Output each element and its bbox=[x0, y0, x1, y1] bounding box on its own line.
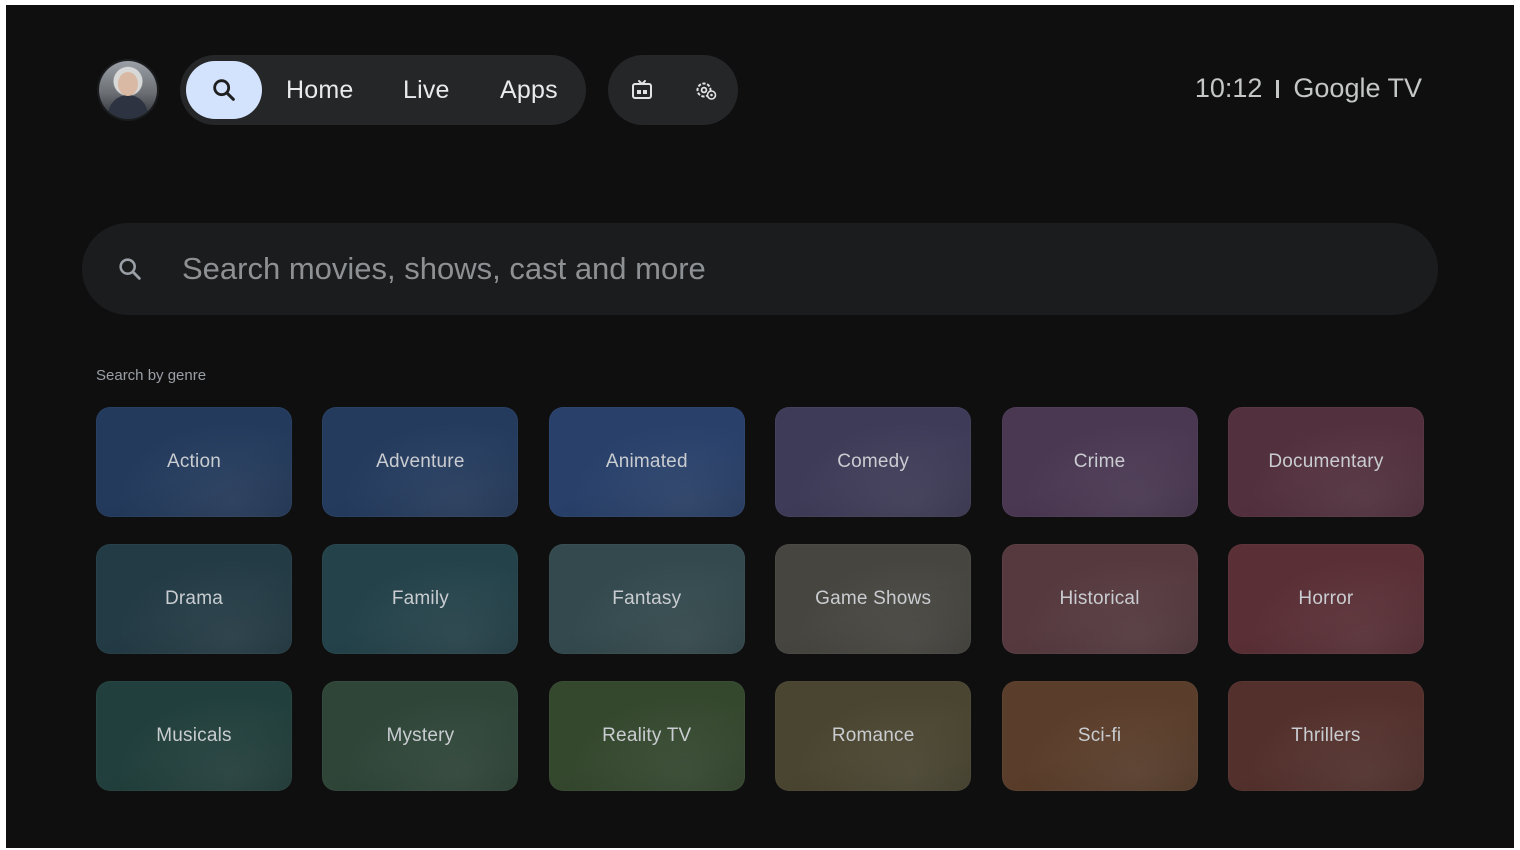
genre-grid: Action Adventure Animated Comedy Crime Docume… bbox=[96, 407, 1424, 791]
genre-tile-fantasy[interactable]: Fantasy bbox=[548, 544, 745, 654]
time-label: 10:12 bbox=[1194, 73, 1263, 103]
main-nav: Home Live Apps bbox=[180, 55, 586, 125]
genre-tile-historical[interactable]: Historical bbox=[1001, 544, 1198, 654]
genre-tile-documentary[interactable]: Documentary bbox=[1227, 407, 1424, 517]
genre-tile-game-shows[interactable]: Game Shows bbox=[775, 544, 972, 654]
utility-nav bbox=[608, 55, 738, 125]
genre-tile-action[interactable]: Action bbox=[96, 407, 292, 517]
genre-tile-drama[interactable]: Drama bbox=[96, 544, 292, 654]
separator bbox=[1276, 80, 1280, 99]
genre-tile-comedy[interactable]: Comedy bbox=[775, 407, 972, 517]
nav-search-button[interactable] bbox=[186, 61, 262, 119]
profile-avatar[interactable] bbox=[99, 61, 157, 119]
tv-screen: Home Live Apps 10:12 Google TV Search mov… bbox=[6, 5, 1514, 848]
genre-tile-family[interactable]: Family bbox=[322, 544, 519, 654]
nav-item-home[interactable]: Home bbox=[286, 55, 354, 125]
brand-label: Google TV bbox=[1293, 73, 1422, 103]
genre-section-title: Search by genre bbox=[96, 367, 207, 384]
nav-item-live[interactable]: Live bbox=[403, 55, 450, 125]
avatar-face bbox=[118, 72, 138, 96]
settings-gear-icon[interactable] bbox=[694, 78, 718, 102]
avatar-body bbox=[108, 95, 148, 119]
genre-tile-reality-tv[interactable]: Reality TV bbox=[548, 681, 745, 791]
search-placeholder: Search movies, shows, cast and more bbox=[182, 251, 706, 286]
search-icon bbox=[213, 79, 235, 101]
genre-tile-musicals[interactable]: Musicals bbox=[96, 681, 292, 791]
search-input[interactable]: Search movies, shows, cast and more bbox=[82, 223, 1438, 315]
genre-tile-adventure[interactable]: Adventure bbox=[322, 407, 519, 517]
genre-tile-horror[interactable]: Horror bbox=[1227, 544, 1424, 654]
genre-tile-crime[interactable]: Crime bbox=[1001, 407, 1198, 517]
nav-item-apps[interactable]: Apps bbox=[500, 55, 558, 125]
genre-tile-animated[interactable]: Animated bbox=[548, 407, 745, 517]
genre-tile-sci-fi[interactable]: Sci-fi bbox=[1001, 681, 1198, 791]
genre-tile-romance[interactable]: Romance bbox=[775, 681, 972, 791]
status-clock: 10:12 Google TV bbox=[1195, 73, 1422, 104]
genre-tile-mystery[interactable]: Mystery bbox=[322, 681, 519, 791]
input-source-icon[interactable] bbox=[630, 78, 654, 102]
genre-tile-thrillers[interactable]: Thrillers bbox=[1227, 681, 1424, 791]
search-field-icon bbox=[119, 258, 141, 280]
